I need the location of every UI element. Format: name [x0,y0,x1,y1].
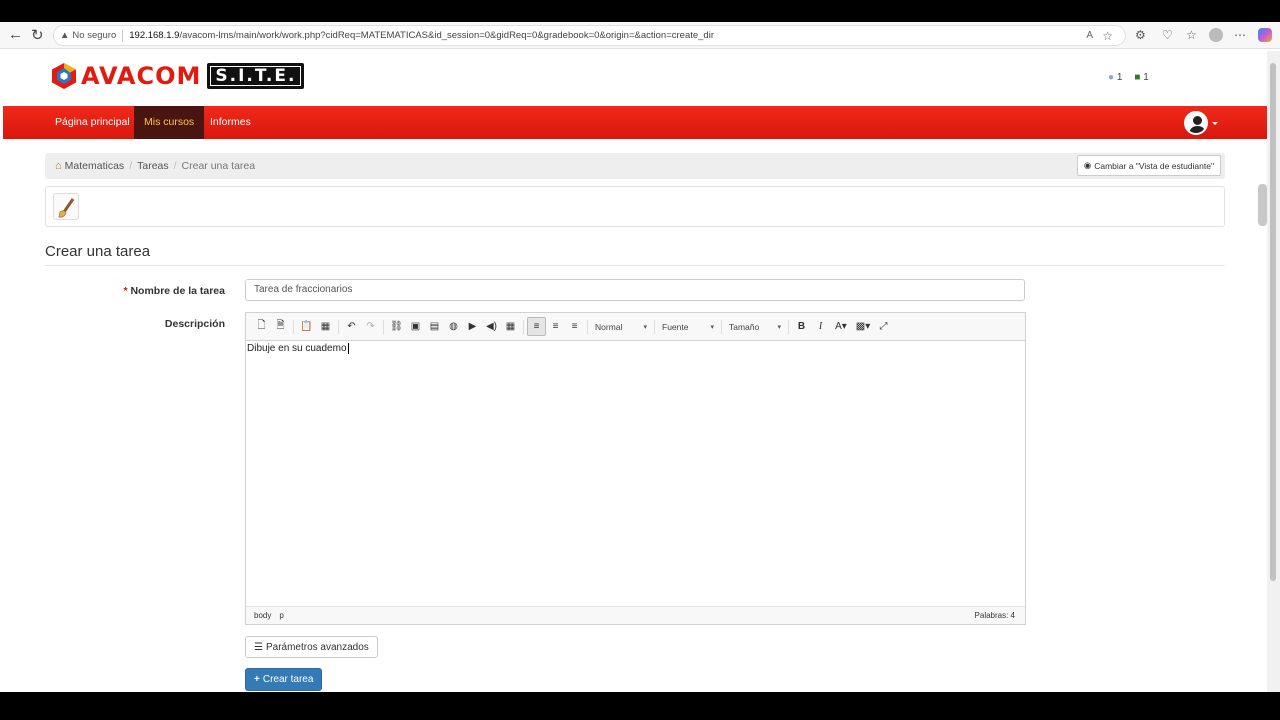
task-name-label: * Nombre de la tarea [45,285,225,297]
copilot-icon[interactable] [1258,28,1272,42]
undo-icon[interactable]: ↶ [342,317,361,336]
align-left-icon[interactable]: ≡ [527,317,546,336]
logo-word: AVACOM [81,62,202,90]
breadcrumb-tasks[interactable]: Tareas [137,160,169,172]
font-select[interactable]: Fuente [658,317,718,336]
url-text[interactable]: 192.168.1.9/avacom-lms/main/work/work.ph… [129,30,714,41]
avacom-hex-icon [52,63,76,89]
format-select[interactable]: Normal [591,317,651,336]
table-icon[interactable]: ▦ [501,317,520,336]
word-count: Palabras: 4 [974,611,1015,620]
status-path-body[interactable]: body [254,611,271,620]
browser-window: ← ↻ ▲ No seguro 192.168.1.9/avacom-lms/m… [0,22,1280,692]
security-label: No seguro [72,30,117,41]
brush-icon [58,198,75,218]
student-view-label: Cambiar a "Vista de estudiante" [1094,160,1214,171]
favorite-star-icon[interactable]: ☆ [1102,29,1113,43]
link-icon[interactable]: ⛓ [387,317,406,336]
main-navbar: Página principal Mis cursos Informes [3,106,1267,139]
browser-essentials-icon[interactable]: ♡ [1162,28,1173,42]
plus-icon: + [254,674,260,685]
scrollbar-thumb[interactable] [1270,63,1276,581]
image-icon[interactable]: ▣ [406,317,425,336]
messages-count: 1 [1143,72,1149,83]
page-title: Crear una tarea [45,243,151,260]
italic-icon[interactable]: I [811,317,830,336]
templates-icon[interactable]: 🗎 [271,317,290,336]
site-logo[interactable]: AVACOM S.I.T.E. [51,62,305,90]
bold-icon[interactable]: B [792,317,811,336]
user-menu-caret-icon[interactable] [1212,122,1218,125]
profile-icon[interactable] [1209,28,1223,42]
users-icon: ● [1108,72,1115,83]
warning-icon: ▲ [60,30,70,41]
breadcrumb-current: Crear una tarea [181,160,256,172]
description-editor: 🗋 🗎 📋 ▦ ↶ ↷ ⛓ ▣ ▤ ◍ ▶ ◀) ▦ ≡ ≡ ≡ Normal … [245,312,1026,625]
font-select-value: Fuente [662,321,689,332]
paste-word-icon[interactable]: ▦ [316,317,335,336]
home-icon[interactable]: ⌂ [55,160,62,172]
read-aloud-icon[interactable]: A [1086,30,1093,41]
status-path-p[interactable]: p [279,611,283,620]
background-color-icon[interactable]: ▩▾ [852,317,874,336]
breadcrumb-course[interactable]: Matematicas [65,160,125,172]
menu-icon: ☰ [254,641,263,653]
redo-icon[interactable]: ↷ [361,317,380,336]
new-page-icon[interactable]: 🗋 [252,317,271,336]
required-marker: * [123,285,128,297]
security-warning[interactable]: ▲ No seguro [60,30,116,41]
editor-status-bar: body p Palabras: 4 [246,606,1025,624]
size-select[interactable]: Tamaño [725,317,785,336]
users-count: 1 [1116,72,1123,83]
nav-my-courses[interactable]: Mis cursos [134,106,205,139]
text-color-icon[interactable]: A▾ [830,317,852,336]
student-view-button[interactable]: ◉ Cambiar a "Vista de estudiante" [1076,155,1221,176]
align-center-icon[interactable]: ≡ [546,317,565,336]
reload-icon[interactable]: ↻ [31,26,44,44]
favorites-icon[interactable]: ☆ [1186,28,1197,42]
editor-content[interactable]: Dibuje en su cuademo [246,341,1025,606]
audio-icon[interactable]: ◀) [482,317,501,336]
header-counters: ● 1 ■ 1 [1108,72,1149,83]
browser-toolbar: ← ↻ ▲ No seguro 192.168.1.9/avacom-lms/m… [0,22,1280,49]
title-divider [45,265,1225,266]
align-right-icon[interactable]: ≡ [565,317,584,336]
logo-badge: S.I.T.E. [207,63,305,89]
format-select-value: Normal [595,321,623,332]
url-host: 192.168.1.9 [129,30,180,41]
more-options-icon[interactable]: ⋯ [1234,28,1246,42]
extensions-icon[interactable]: ⚙ [1135,28,1146,42]
messages-counter[interactable]: ■ 1 [1134,72,1148,83]
eye-icon: ◉ [1083,160,1092,170]
nav-reports[interactable]: Informes [200,106,261,139]
maximize-icon[interactable]: ⤢ [874,317,893,336]
users-counter[interactable]: ● 1 [1108,72,1122,83]
url-path: /avacom-lms/main/work/work.php?cidReq=MA… [179,30,714,41]
task-name-input[interactable]: Tarea de fraccionarios [245,279,1025,301]
create-task-label: Crear tarea [262,674,314,685]
breadcrumb: ⌂ Matematicas / Tareas / Crear una tarea… [45,153,1225,179]
side-panel-grip[interactable] [1258,184,1267,226]
advanced-parameters-label: Parámetros avanzados [265,641,369,653]
nav-home[interactable]: Página principal [45,106,140,139]
description-label: Descripción [164,318,225,330]
paste-icon[interactable]: 📋 [297,317,316,336]
task-brush-button[interactable] [53,193,79,220]
board-icon: ■ [1134,72,1141,83]
video-icon[interactable]: ▤ [425,317,444,336]
size-select-value: Tamaño [729,321,760,332]
page-scrollbar[interactable] [1267,51,1280,692]
advanced-parameters-button[interactable]: ☰ Parámetros avanzados [245,636,378,658]
youtube-icon[interactable]: ▶ [463,317,482,336]
flash-icon[interactable]: ◍ [444,317,463,336]
create-task-button[interactable]: + Crear tarea [245,668,323,691]
address-bar[interactable]: ▲ No seguro 192.168.1.9/avacom-lms/main/… [53,25,1126,46]
back-icon[interactable]: ← [8,26,23,43]
description-text: Dibuje en su cuademo [247,343,347,354]
user-avatar[interactable] [1184,111,1208,135]
editor-toolbar: 🗋 🗎 📋 ▦ ↶ ↷ ⛓ ▣ ▤ ◍ ▶ ◀) ▦ ≡ ≡ ≡ Normal … [246,313,1025,341]
task-name-label-text: Nombre de la tarea [130,285,225,297]
action-toolbar [45,186,1225,227]
